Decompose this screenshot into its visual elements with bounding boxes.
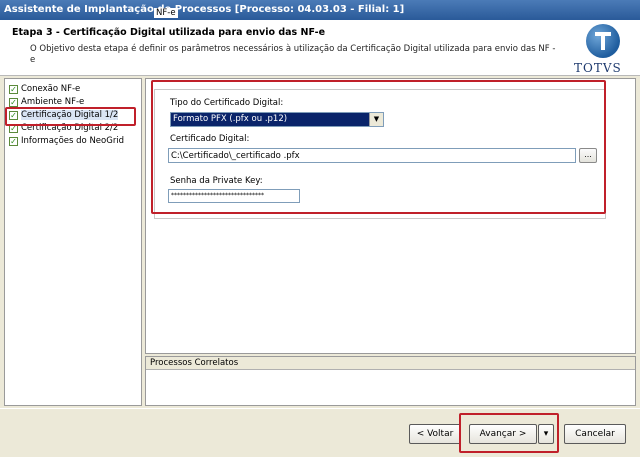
check-icon: ✓ bbox=[9, 124, 18, 133]
check-icon: ✓ bbox=[9, 85, 18, 94]
steps-nav: ✓ Conexão NF-e ✓ Ambiente NF-e ✓ Certificaç… bbox=[4, 78, 142, 406]
nav-item-label: Conexão NF-e bbox=[21, 84, 81, 94]
check-icon: ✓ bbox=[9, 111, 18, 120]
nav-item-conexao-nfe[interactable]: ✓ Conexão NF-e bbox=[9, 83, 139, 95]
nav-item-label: Informações do NeoGrid bbox=[21, 136, 125, 146]
private-key-label: Senha da Private Key: bbox=[170, 176, 263, 186]
nav-item-neogrid[interactable]: ✓ Informações do NeoGrid bbox=[9, 135, 139, 147]
check-icon: ✓ bbox=[9, 98, 18, 107]
private-key-input[interactable]: ******************************* bbox=[168, 189, 300, 203]
cert-label: Certificado Digital: bbox=[170, 134, 250, 144]
nav-item-label: Certificação Digital 2/2 bbox=[21, 123, 119, 133]
nav-item-certificacao-2[interactable]: ✓ Certificação Digital 2/2 bbox=[9, 122, 139, 134]
dropdown-arrow-icon[interactable]: ▼ bbox=[369, 113, 383, 126]
next-dropdown-button[interactable]: ▾ bbox=[538, 424, 554, 444]
cert-path-input[interactable]: C:\Certificado\_certificado .pfx bbox=[168, 148, 576, 163]
cancel-button[interactable]: Cancelar bbox=[564, 424, 626, 444]
check-icon: ✓ bbox=[9, 137, 18, 146]
nav-item-ambiente-nfe[interactable]: ✓ Ambiente NF-e bbox=[9, 96, 139, 108]
processos-correlatos-header: Processos Correlatos bbox=[146, 357, 635, 370]
next-button[interactable]: Avançar > bbox=[469, 424, 537, 444]
cert-type-select[interactable]: Formato PFX (.pfx ou .p12) ▼ bbox=[170, 112, 384, 127]
step-title: Etapa 3 - Certificação Digital utilizada… bbox=[12, 27, 326, 38]
logo-text: TOTVS bbox=[574, 61, 622, 75]
back-button[interactable]: < Voltar bbox=[409, 424, 461, 444]
nav-item-label: Certificação Digital 1/2 bbox=[21, 110, 119, 120]
nfe-group-legend: NF-e bbox=[154, 8, 178, 18]
nav-item-certificacao-1[interactable]: ✓ Certificação Digital 1/2 bbox=[9, 109, 139, 121]
cert-type-value: Formato PFX (.pfx ou .p12) bbox=[171, 113, 369, 126]
cert-type-label: Tipo do Certificado Digital: bbox=[170, 98, 284, 108]
totvs-logo-icon bbox=[586, 24, 620, 58]
wizard-footer: < Voltar Avançar > ▾ Cancelar bbox=[0, 408, 640, 457]
nav-item-label: Ambiente NF-e bbox=[21, 97, 85, 107]
window-titlebar: Assistente de Implantação de Processos [… bbox=[0, 0, 640, 20]
step-description: O Objetivo desta etapa é definir os parâ… bbox=[30, 44, 556, 65]
browse-button[interactable]: ... bbox=[579, 148, 597, 163]
processos-correlatos-panel: Processos Correlatos bbox=[145, 356, 636, 406]
wizard-header: Etapa 3 - Certificação Digital utilizada… bbox=[0, 20, 640, 76]
